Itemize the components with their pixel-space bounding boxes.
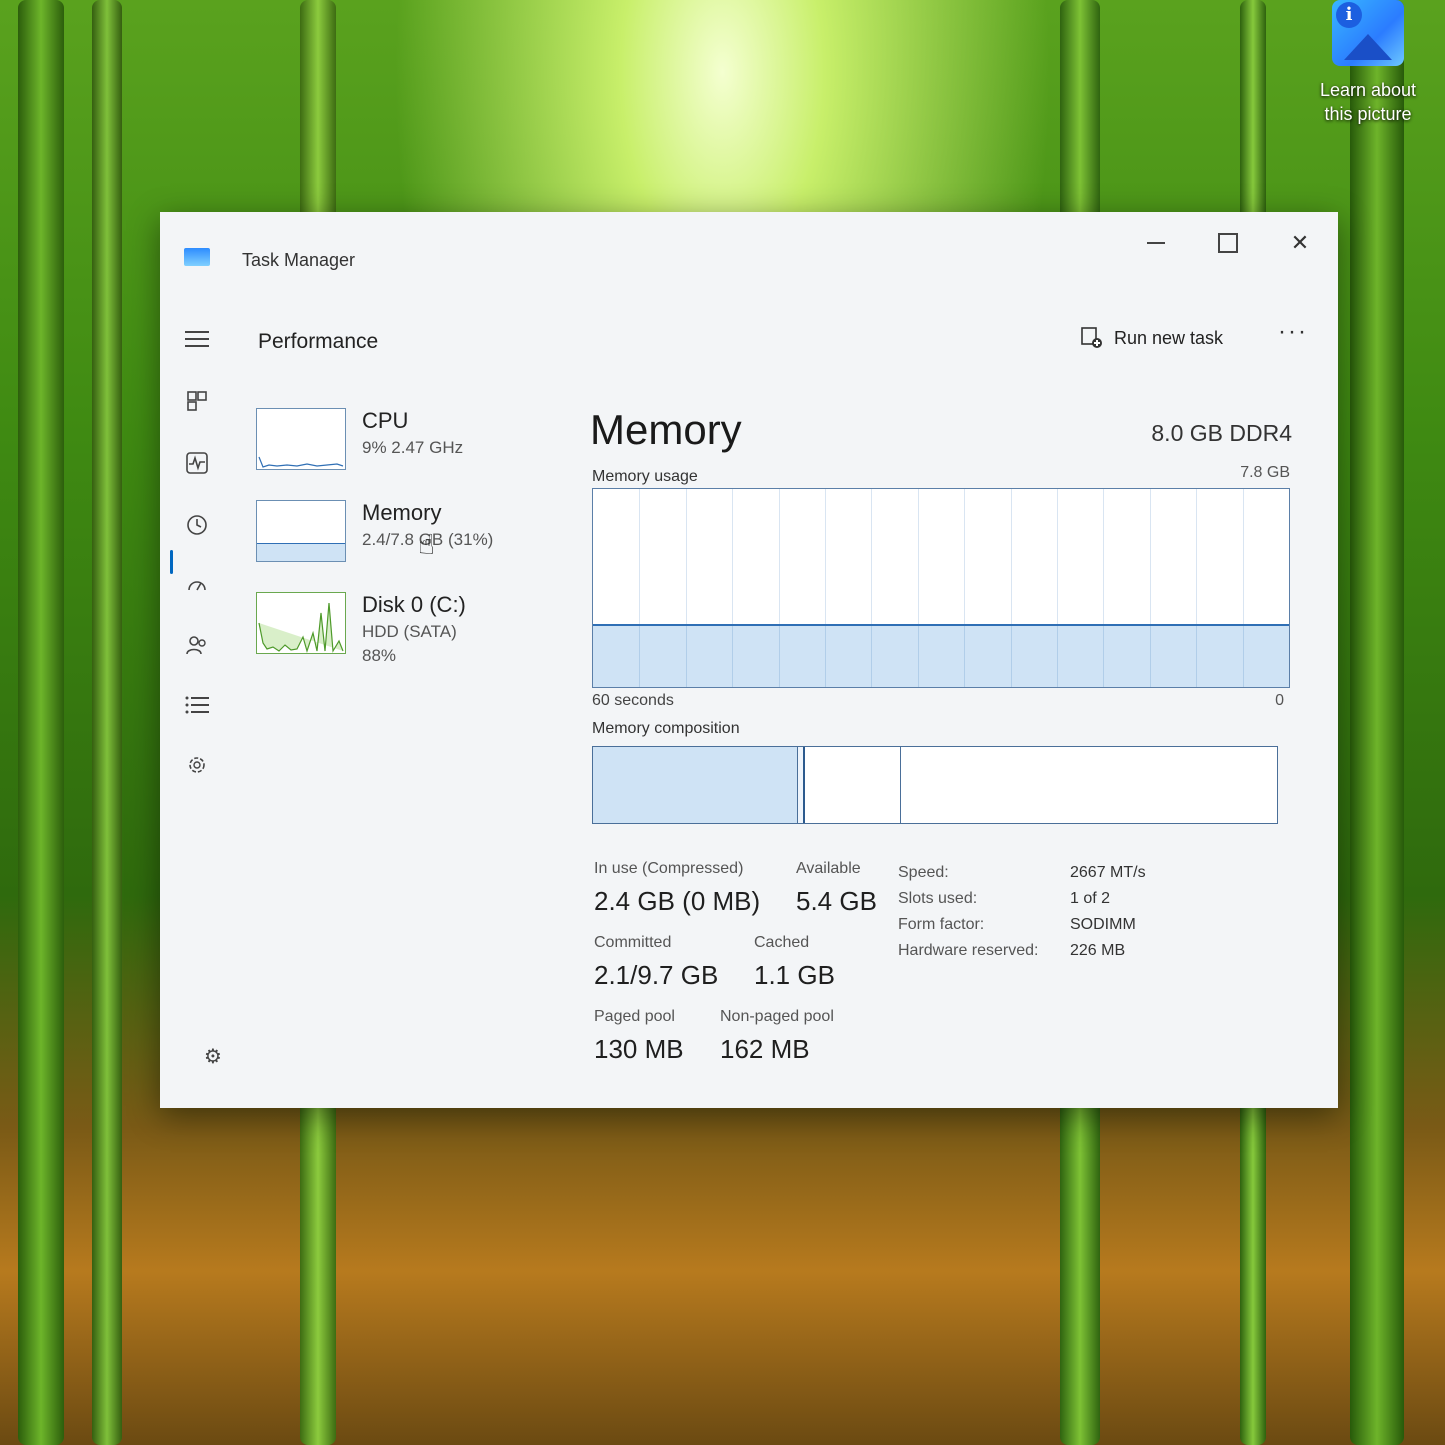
close-button[interactable]: ✕ bbox=[1276, 222, 1324, 264]
performance-icon bbox=[186, 452, 208, 474]
perf-item-disk[interactable]: Disk 0 (C:) HDD (SATA) 88% bbox=[256, 592, 556, 665]
users-icon bbox=[186, 636, 206, 655]
settings-button[interactable]: ⚙ bbox=[204, 1044, 222, 1069]
nav-app-history[interactable] bbox=[182, 510, 212, 540]
memory-usage-max: 7.8 GB bbox=[1240, 464, 1290, 481]
gear-icon: ⚙ bbox=[204, 1046, 222, 1068]
memory-composition-bar bbox=[592, 746, 1278, 824]
page-title: Performance bbox=[258, 330, 379, 353]
navigation-rail bbox=[160, 312, 240, 1102]
maximize-button[interactable] bbox=[1204, 222, 1252, 264]
stat-in-use: In use (Compressed) 2.4 GB (0 MB) bbox=[594, 860, 761, 916]
desktop-icon-label: Learn about this picture bbox=[1319, 80, 1417, 124]
graph-gridline bbox=[639, 489, 641, 687]
services-gear-icon bbox=[189, 757, 205, 773]
stat-available: Available 5.4 GB bbox=[796, 860, 877, 916]
window-title: Task Manager bbox=[242, 250, 356, 270]
run-new-task-button[interactable]: Run new task bbox=[1080, 320, 1223, 356]
nav-details[interactable] bbox=[182, 690, 212, 720]
graph-axis-right: 0 bbox=[1275, 692, 1284, 709]
graph-gridline bbox=[917, 489, 919, 687]
memory-composition-label: Memory composition bbox=[592, 720, 740, 737]
stat-committed: Committed 2.1/9.7 GB bbox=[594, 934, 719, 990]
close-icon: ✕ bbox=[1290, 230, 1310, 255]
graph-axis-left: 60 seconds bbox=[592, 692, 674, 709]
detail-form-factor-value: SODIMM bbox=[1070, 916, 1136, 933]
memory-thumbnail-graph bbox=[256, 500, 346, 562]
graph-gridline bbox=[778, 489, 780, 687]
detail-slots-value: 1 of 2 bbox=[1070, 890, 1111, 907]
graph-gridline bbox=[825, 489, 826, 687]
run-task-icon bbox=[1081, 327, 1102, 348]
speedometer-icon bbox=[188, 581, 206, 591]
perf-item-usage: 88% bbox=[362, 646, 397, 665]
memory-usage-fill bbox=[593, 623, 1289, 687]
graph-gridline bbox=[685, 489, 687, 687]
graph-gridline bbox=[1010, 489, 1012, 687]
stat-cached: Cached 1.1 GB bbox=[754, 934, 835, 990]
maximize-icon bbox=[1218, 233, 1238, 253]
graph-gridline bbox=[1149, 489, 1151, 687]
disk-thumbnail-graph bbox=[256, 592, 346, 654]
graph-gridline bbox=[964, 489, 966, 687]
perf-item-name: CPU bbox=[362, 408, 409, 433]
history-icon bbox=[187, 515, 207, 535]
processes-icon bbox=[187, 391, 207, 411]
perf-item-memory[interactable]: Memory 2.4/7.8 GB (31%) bbox=[256, 500, 556, 572]
detail-speed-value: 2667 MT/s bbox=[1070, 864, 1146, 881]
detail-hw-reserved-label: Hardware reserved: bbox=[898, 942, 1039, 959]
more-options-button[interactable]: ··· bbox=[1278, 318, 1308, 346]
detail-slots-label: Slots used: bbox=[898, 890, 978, 907]
minimize-button[interactable] bbox=[1132, 222, 1180, 264]
list-icon bbox=[185, 696, 209, 714]
perf-item-detail: 9% 2.47 GHz bbox=[362, 438, 464, 457]
nav-startup-apps[interactable] bbox=[182, 570, 212, 600]
graph-gridline bbox=[871, 489, 873, 687]
title-bar[interactable]: Task Manager ✕ bbox=[160, 212, 1338, 302]
desktop-icon-learn-about-picture[interactable]: i Learn about this picture bbox=[1312, 0, 1424, 126]
nav-services[interactable] bbox=[182, 750, 212, 780]
perf-item-name: Memory bbox=[362, 500, 442, 525]
info-picture-icon: i bbox=[1332, 0, 1404, 66]
detail-speed-label: Speed: bbox=[898, 864, 949, 881]
run-new-task-label: Run new task bbox=[1114, 327, 1224, 348]
composition-modified[interactable] bbox=[798, 747, 806, 823]
hamburger-icon bbox=[185, 331, 209, 347]
composition-standby[interactable] bbox=[805, 747, 901, 823]
graph-gridline bbox=[1196, 489, 1198, 687]
memory-spec: 8.0 GB DDR4 bbox=[1151, 420, 1292, 446]
stat-non-paged-pool: Non-paged pool 162 MB bbox=[720, 1008, 834, 1064]
graph-gridline bbox=[1057, 489, 1058, 687]
perf-item-name: Disk 0 (C:) bbox=[362, 592, 466, 617]
memory-usage-label: Memory usage bbox=[592, 468, 698, 485]
memory-usage-graph bbox=[592, 488, 1290, 688]
perf-item-detail: HDD (SATA) bbox=[362, 622, 457, 641]
nav-users[interactable] bbox=[182, 630, 212, 660]
cpu-thumbnail-graph bbox=[256, 408, 346, 470]
detail-hw-reserved-value: 226 MB bbox=[1070, 942, 1126, 959]
graph-gridline bbox=[1103, 489, 1105, 687]
nav-performance[interactable] bbox=[182, 448, 212, 478]
graph-gridline bbox=[1242, 489, 1244, 687]
task-manager-app-icon bbox=[184, 248, 210, 266]
composition-in-use[interactable] bbox=[593, 747, 799, 823]
perf-item-cpu[interactable]: CPU 9% 2.47 GHz bbox=[256, 408, 556, 480]
graph-gridline bbox=[732, 489, 734, 687]
hand-cursor-icon: ☝ bbox=[418, 529, 436, 560]
composition-free[interactable] bbox=[901, 747, 1277, 823]
memory-heading: Memory bbox=[590, 406, 742, 453]
detail-form-factor-label: Form factor: bbox=[898, 916, 985, 933]
minimize-icon bbox=[1147, 242, 1165, 244]
nav-active-indicator bbox=[170, 550, 173, 574]
task-manager-window: Task Manager ✕ ⚙ Performance Run new tas… bbox=[160, 212, 1338, 1108]
stat-paged-pool: Paged pool 130 MB bbox=[594, 1008, 684, 1064]
hamburger-menu-button[interactable] bbox=[182, 324, 212, 354]
nav-processes[interactable] bbox=[182, 386, 212, 416]
